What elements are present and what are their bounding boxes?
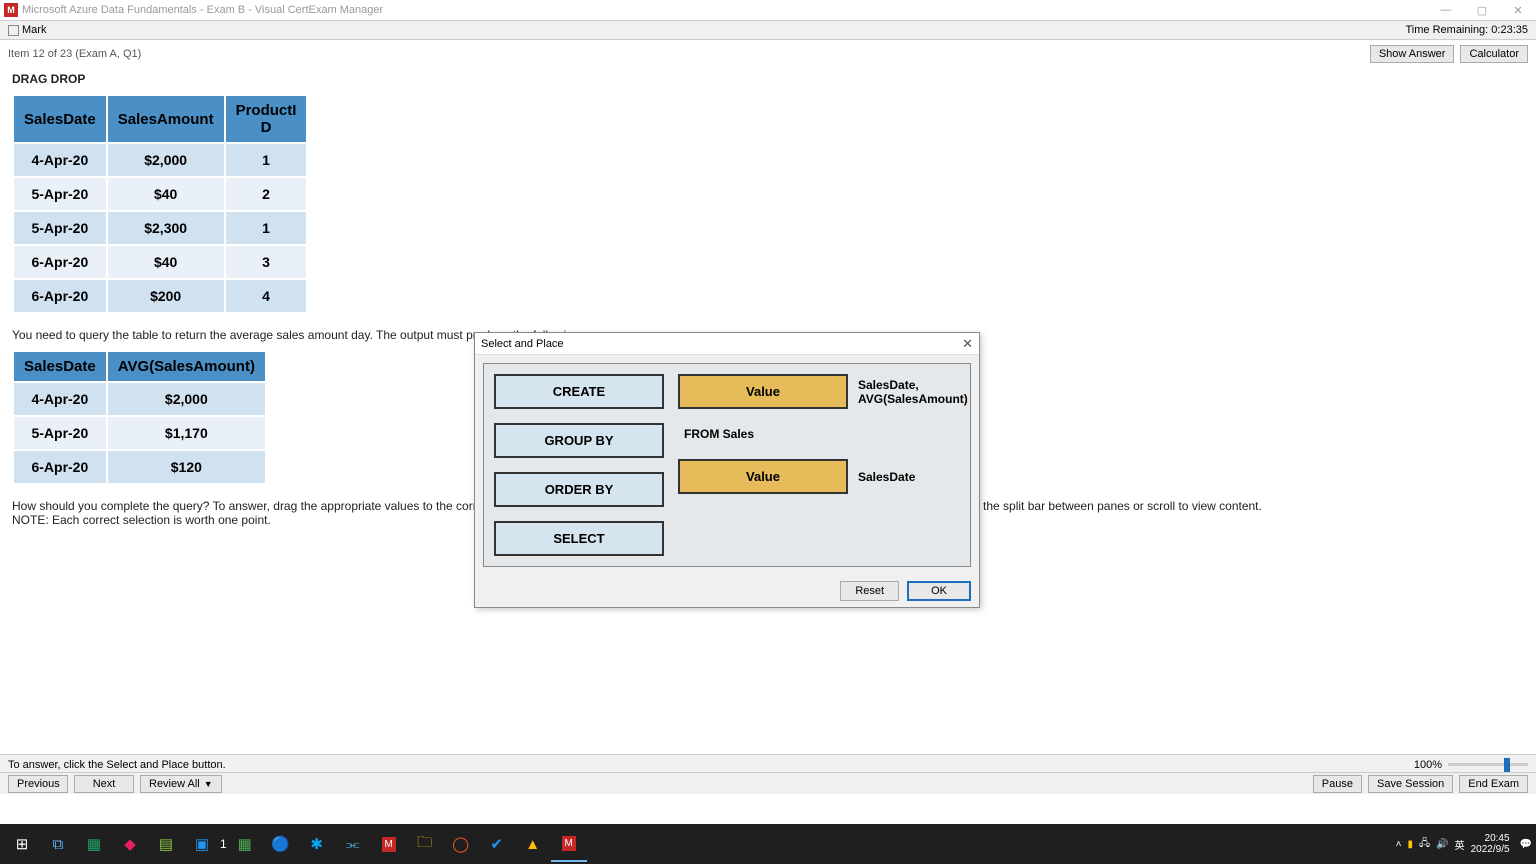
zoom-label: 100%	[1414, 759, 1442, 771]
tray-network-icon[interactable]: 🖧	[1419, 836, 1430, 853]
app-icon-blue[interactable]: ▣	[184, 826, 220, 862]
app-icon-triangle[interactable]: ▲	[515, 826, 551, 862]
calculator-button[interactable]: Calculator	[1460, 45, 1528, 63]
table-header: SalesAmount	[107, 95, 225, 143]
table-cell: 5-Apr-20	[13, 416, 107, 450]
drop-label-1: SalesDate, AVG(SalesAmount)	[858, 378, 968, 406]
start-button[interactable]: ⊞	[4, 826, 40, 862]
table-cell: 5-Apr-20	[13, 177, 107, 211]
drag-drop-heading: DRAG DROP	[12, 72, 1524, 86]
table-cell: 6-Apr-20	[13, 245, 107, 279]
app-icon-link[interactable]: ⫘	[335, 826, 371, 862]
mark-label: Mark	[22, 24, 46, 36]
mark-bar: Mark Time Remaining: 0:23:35	[0, 20, 1536, 40]
file-explorer-icon[interactable]: 🗀	[407, 826, 443, 862]
table-cell: 4-Apr-20	[13, 143, 107, 177]
dialog-close-icon[interactable]: ✕	[962, 336, 973, 352]
table-cell: $2,000	[107, 382, 266, 416]
show-answer-button[interactable]: Show Answer	[1370, 45, 1455, 63]
status-bar: To answer, click the Select and Place bu…	[0, 754, 1536, 774]
pause-button[interactable]: Pause	[1313, 775, 1362, 793]
end-exam-button[interactable]: End Exam	[1459, 775, 1528, 793]
chrome-icon[interactable]: 🔵	[263, 826, 299, 862]
drag-item-groupby[interactable]: GROUP BY	[494, 423, 664, 458]
mark-checkbox[interactable]	[8, 25, 19, 36]
tray-volume-icon[interactable]: 🔊	[1436, 839, 1448, 850]
dialog-title: Select and Place	[481, 338, 564, 350]
table-cell: $40	[107, 245, 225, 279]
minimize-icon[interactable]: —	[1428, 4, 1464, 17]
maximize-icon[interactable]: ▢	[1464, 4, 1500, 17]
table-cell: 2	[225, 177, 308, 211]
app-icon-asterisk[interactable]: ✱	[299, 826, 335, 862]
drag-item-orderby[interactable]: ORDER BY	[494, 472, 664, 507]
table-cell: $2,300	[107, 211, 225, 245]
drag-item-create[interactable]: CREATE	[494, 374, 664, 409]
table-cell: 4-Apr-20	[13, 382, 107, 416]
tray-chevron-up-icon[interactable]: ˄	[1396, 839, 1402, 850]
question-content: DRAG DROP SalesDate SalesAmount ProductI…	[0, 68, 1536, 768]
item-bar: Item 12 of 23 (Exam A, Q1) Show Answer C…	[0, 40, 1536, 68]
window-titlebar: M Microsoft Azure Data Fundamentals - Ex…	[0, 0, 1536, 20]
table-cell: 4	[225, 279, 308, 313]
dialog-titlebar[interactable]: Select and Place ✕	[475, 333, 979, 355]
time-remaining: Time Remaining: 0:23:35	[1406, 24, 1529, 36]
taskview-icon[interactable]: ⧉	[40, 826, 76, 862]
table-header: AVG(SalesAmount)	[107, 351, 266, 382]
table-cell: $40	[107, 177, 225, 211]
table-cell: $2,000	[107, 143, 225, 177]
excel-icon[interactable]: ▦	[76, 826, 112, 862]
window-title: Microsoft Azure Data Fundamentals - Exam…	[22, 4, 383, 16]
vce-icon[interactable]: M	[371, 826, 407, 862]
item-label: Item 12 of 23 (Exam A, Q1)	[8, 48, 141, 60]
close-icon[interactable]: ✕	[1500, 4, 1536, 17]
table-cell: $120	[107, 450, 266, 484]
table-header: SalesDate	[13, 351, 107, 382]
table-cell: $200	[107, 279, 225, 313]
app-icon-green[interactable]: ▦	[227, 826, 263, 862]
next-button[interactable]: Next	[74, 775, 134, 793]
output-table: SalesDate AVG(SalesAmount) 4-Apr-20$2,00…	[12, 350, 267, 485]
windows-taskbar: ⊞ ⧉ ▦ ◆ ▤ ▣ 1 ▦ 🔵 ✱ ⫘ M 🗀 ◯ ✔ ▲ M ˄ ▮ 🖧 …	[0, 824, 1536, 864]
hint-text: To answer, click the Select and Place bu…	[8, 759, 226, 771]
app-icon-circle[interactable]: ◯	[443, 826, 479, 862]
select-place-dialog: Select and Place ✕ CREATE GROUP BY ORDER…	[474, 332, 980, 608]
table-header: SalesDate	[13, 95, 107, 143]
nav-bar: Previous Next Review All ▼ Pause Save Se…	[0, 772, 1536, 794]
table-cell: 6-Apr-20	[13, 450, 107, 484]
review-all-button[interactable]: Review All ▼	[140, 775, 222, 793]
dialog-ok-button[interactable]: OK	[907, 581, 971, 601]
drop-target-2[interactable]: Value	[678, 459, 848, 494]
vce-running-icon[interactable]: M	[551, 826, 587, 862]
zoom-slider[interactable]	[1448, 763, 1528, 766]
table-cell: 5-Apr-20	[13, 211, 107, 245]
drop-target-1[interactable]: Value	[678, 374, 848, 409]
tray-clock[interactable]: 20:45 2022/9/5	[1471, 833, 1514, 855]
app-icon-pink[interactable]: ◆	[112, 826, 148, 862]
sales-table: SalesDate SalesAmount ProductID 4-Apr-20…	[12, 94, 308, 314]
app-icon-check[interactable]: ✔	[479, 826, 515, 862]
table-cell: 3	[225, 245, 308, 279]
dialog-reset-button[interactable]: Reset	[840, 581, 899, 601]
notepad-icon[interactable]: ▤	[148, 826, 184, 862]
table-header: ProductID	[225, 95, 308, 143]
table-cell: 6-Apr-20	[13, 279, 107, 313]
table-cell: 1	[225, 143, 308, 177]
save-session-button[interactable]: Save Session	[1368, 775, 1453, 793]
tray-notifications-icon[interactable]: 💬	[1520, 839, 1532, 850]
drop-label-2: SalesDate	[858, 470, 915, 484]
app-icon: M	[4, 3, 18, 17]
chevron-down-icon: ▼	[204, 779, 213, 789]
tray-battery-icon[interactable]: ▮	[1407, 839, 1413, 850]
drag-item-select[interactable]: SELECT	[494, 521, 664, 556]
tray-ime-icon[interactable]: 英	[1455, 837, 1465, 852]
previous-button[interactable]: Previous	[8, 775, 68, 793]
table-cell: $1,170	[107, 416, 266, 450]
from-sales-label: FROM Sales	[678, 423, 968, 445]
table-cell: 1	[225, 211, 308, 245]
